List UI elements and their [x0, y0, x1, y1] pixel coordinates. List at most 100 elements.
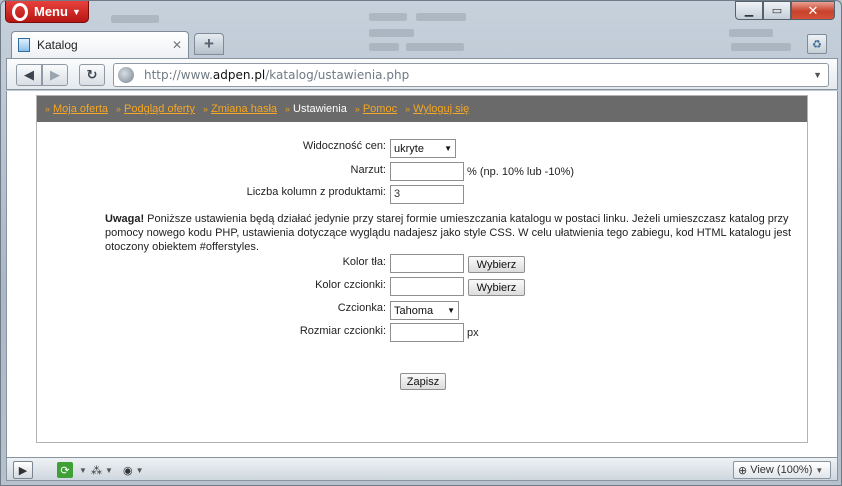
font-size-unit: px	[467, 327, 479, 339]
close-icon: ✕	[807, 2, 819, 18]
minimize-button[interactable]: ▁	[735, 1, 763, 20]
chevron-down-icon: ▼	[447, 306, 455, 315]
forward-button[interactable]: ▶	[42, 64, 68, 86]
font-size-label: Rozmiar czcionki:	[299, 325, 386, 337]
zoom-button[interactable]: ⊕ View (100%) ▼	[733, 461, 831, 479]
zoom-icon: ⊕	[738, 464, 748, 477]
plus-icon: +	[204, 34, 214, 53]
markup-hint: % (np. 10% lub -10%)	[467, 166, 574, 178]
nav-bullet-icon: ››	[45, 104, 50, 114]
trash-icon: ♻	[812, 38, 822, 51]
reload-button[interactable]: ↻	[79, 64, 105, 86]
chevron-down-icon: ▼	[71, 6, 81, 17]
arrow-left-icon: ◀	[24, 67, 34, 82]
font-label: Czcionka:	[337, 302, 386, 314]
reload-icon: ↻	[86, 67, 98, 82]
title-bar-background	[406, 43, 464, 51]
font-color-label: Kolor czcionki:	[315, 279, 386, 291]
nav-item-podglad-oferty[interactable]: ›› Podgląd oferty	[116, 103, 195, 115]
markup-label: Narzut:	[350, 164, 386, 176]
font-color-choose-button[interactable]: Wybierz	[468, 279, 525, 296]
nav-link[interactable]: Moja oferta	[53, 103, 108, 115]
title-bar-background	[369, 13, 407, 21]
markup-input[interactable]	[390, 162, 464, 181]
globe-icon	[118, 67, 134, 83]
close-window-button[interactable]: ✕	[791, 1, 835, 20]
opera-link-button[interactable]: ⟳ ▼	[57, 461, 87, 479]
url-prefix: http://www.	[144, 68, 213, 82]
chevron-down-icon: ▼	[135, 465, 144, 475]
bg-color-choose-button[interactable]: Wybierz	[468, 256, 525, 273]
save-button[interactable]: Zapisz	[400, 373, 446, 390]
minimize-icon: ▁	[744, 5, 754, 17]
address-dropdown-icon[interactable]: ▼	[813, 70, 822, 80]
nav-item-wyloguj[interactable]: ›› Wyloguj się	[405, 103, 469, 115]
opera-unite-button[interactable]: ⁂ ▼	[91, 461, 121, 479]
nav-current: Ustawienia	[293, 103, 347, 115]
tab-title: Katalog	[37, 38, 78, 52]
back-button[interactable]: ◀	[16, 64, 42, 86]
window-controls: ▁ ▭ ✕	[735, 1, 835, 20]
columns-label: Liczba kolumn z produktami:	[246, 186, 386, 198]
opera-logo-icon	[12, 2, 28, 21]
title-bar-background	[729, 29, 773, 37]
bg-color-label: Kolor tła:	[342, 256, 386, 268]
title-bar-background	[731, 43, 791, 51]
warning-note: Uwaga! Poniższe ustawienia będą działać …	[105, 212, 795, 254]
menu-label: Menu	[34, 4, 68, 19]
closed-tabs-trash-button[interactable]: ♻	[807, 34, 827, 54]
bg-color-input[interactable]	[390, 254, 464, 273]
nav-link[interactable]: Podgląd oferty	[124, 103, 195, 115]
panel-toggle-button[interactable]: ▶	[13, 461, 33, 479]
nav-item-ustawienia: ›› Ustawienia	[285, 103, 347, 115]
browser-window: Menu ▼ ▁ ▭ ✕ Katalog ✕ + ♻ ◀ ▶ ↻ http://…	[0, 0, 842, 486]
nav-link[interactable]: Zmiana hasła	[211, 103, 277, 115]
zoom-label: View (100%)	[750, 464, 813, 476]
new-tab-button[interactable]: +	[194, 33, 224, 55]
price-visibility-select[interactable]: ukryte ▼	[390, 139, 456, 158]
panel-icon: ▶	[18, 464, 28, 477]
status-bar: ▶ ⟳ ▼ ⁂ ▼ ◉ ▼ ⊕ View (100%) ▼	[6, 457, 838, 481]
chevron-down-icon: ▼	[79, 465, 87, 475]
title-bar-background	[416, 13, 466, 21]
nav-bullet-icon: ››	[116, 104, 121, 114]
nav-bullet-icon: ››	[285, 104, 290, 114]
nav-link[interactable]: Wyloguj się	[413, 103, 469, 115]
address-bar[interactable]: http://www.adpen.pl/katalog/ustawienia.p…	[113, 63, 829, 87]
settings-panel: ›› Moja oferta ›› Podgląd oferty ›› Zmiana …	[36, 95, 808, 443]
opera-turbo-button[interactable]: ◉ ▼	[123, 461, 153, 479]
nav-link[interactable]: Pomoc	[363, 103, 397, 115]
sync-icon: ⟳	[57, 462, 73, 478]
maximize-icon: ▭	[771, 5, 783, 17]
font-value: Tahoma	[394, 304, 434, 317]
font-size-input[interactable]	[390, 323, 464, 342]
url-text[interactable]: http://www.adpen.pl/katalog/ustawienia.p…	[144, 68, 813, 82]
nav-item-zmiana-hasla[interactable]: ›› Zmiana hasła	[203, 103, 277, 115]
columns-input[interactable]: 3	[390, 185, 464, 204]
arrow-right-icon: ▶	[50, 67, 60, 82]
top-navigation: ›› Moja oferta ›› Podgląd oferty ›› Zmiana …	[37, 96, 807, 122]
chevron-down-icon: ▼	[815, 465, 824, 475]
font-select[interactable]: Tahoma ▼	[390, 301, 459, 320]
address-toolbar: ◀ ▶ ↻ http://www.adpen.pl/katalog/ustawi…	[6, 58, 838, 90]
page-favicon-icon	[18, 38, 30, 52]
title-bar-background	[369, 43, 399, 51]
url-host: adpen.pl	[212, 68, 266, 82]
price-visibility-label: Widoczność cen:	[302, 140, 386, 152]
font-color-input[interactable]	[390, 277, 464, 296]
chevron-down-icon: ▼	[105, 465, 113, 475]
nav-bullet-icon: ››	[202, 104, 208, 114]
maximize-button[interactable]: ▭	[763, 1, 791, 20]
nav-item-moja-oferta[interactable]: ›› Moja oferta	[45, 103, 108, 115]
price-visibility-value: ukryte	[394, 142, 424, 155]
unite-icon: ⁂	[91, 464, 102, 477]
opera-menu-button[interactable]: Menu ▼	[5, 1, 89, 23]
turbo-icon: ◉	[123, 464, 133, 477]
title-bar-background	[369, 29, 414, 37]
nav-bullet-icon: ››	[405, 104, 410, 114]
tab-katalog[interactable]: Katalog ✕	[11, 31, 189, 58]
chevron-down-icon: ▼	[444, 144, 452, 153]
nav-item-pomoc[interactable]: ›› Pomoc	[355, 103, 397, 115]
title-bar-background	[111, 15, 159, 23]
tab-close-icon[interactable]: ✕	[172, 38, 182, 52]
